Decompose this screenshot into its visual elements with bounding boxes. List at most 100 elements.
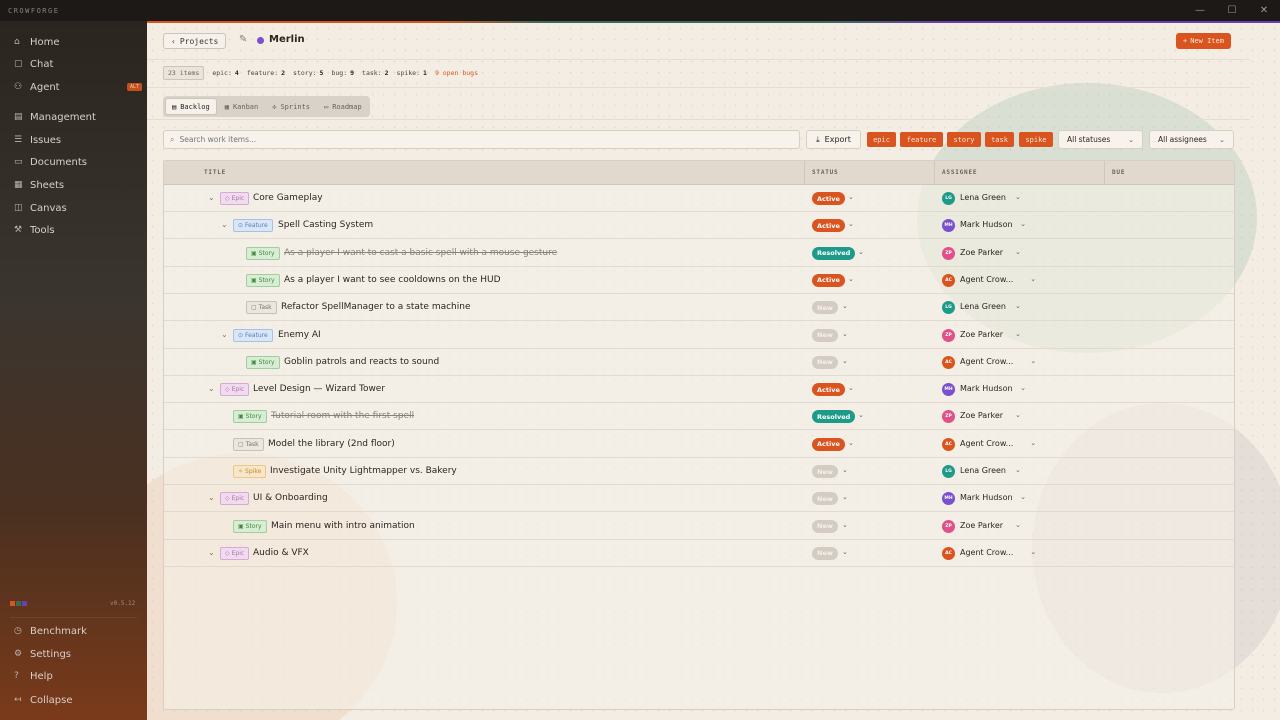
- status-badge[interactable]: Active: [812, 437, 845, 451]
- tab-kanban[interactable]: ▦ Kanban: [219, 98, 265, 115]
- due-date-cell[interactable]: [1112, 431, 1232, 457]
- assignee-name[interactable]: Agent Crow...: [960, 548, 1013, 557]
- expand-toggle-icon[interactable]: ⌄: [208, 193, 215, 202]
- assignee-name[interactable]: Zoe Parker: [960, 411, 1003, 420]
- item-title[interactable]: Core Gameplay: [253, 193, 323, 203]
- item-title[interactable]: Goblin patrols and reacts to sound: [284, 357, 439, 367]
- assignee-name[interactable]: Lena Green: [960, 193, 1006, 202]
- tab-sprints[interactable]: ✣ Sprints: [266, 98, 316, 115]
- due-date-cell[interactable]: [1112, 294, 1232, 320]
- assignee-chevron-icon[interactable]: ⌄: [1020, 220, 1026, 228]
- theme-dot-green[interactable]: [16, 601, 21, 606]
- assignee-name[interactable]: Zoe Parker: [960, 248, 1003, 257]
- sidebar-item-sheets[interactable]: ▦ Sheets: [14, 175, 64, 195]
- assignee-name[interactable]: Zoe Parker: [960, 521, 1003, 530]
- assignee-chevron-icon[interactable]: ⌄: [1015, 411, 1021, 419]
- status-chevron-icon[interactable]: ⌄: [842, 330, 848, 338]
- assignee-chevron-icon[interactable]: ⌄: [1015, 466, 1021, 474]
- assignee-name[interactable]: Agent Crow...: [960, 439, 1013, 448]
- assignee-name[interactable]: Agent Crow...: [960, 275, 1013, 284]
- due-date-cell[interactable]: [1112, 267, 1232, 293]
- theme-dots[interactable]: [10, 601, 27, 606]
- sidebar-item-help[interactable]: ? Help: [14, 666, 53, 686]
- status-badge[interactable]: New: [812, 328, 838, 342]
- theme-dot-orange[interactable]: [10, 601, 15, 606]
- sidebar-item-documents[interactable]: ▭ Documents: [14, 152, 87, 172]
- filter-chip-feature[interactable]: feature: [900, 132, 943, 147]
- table-row[interactable]: ▣ Story Main menu with intro animation New ⌄…: [164, 513, 1234, 540]
- due-date-cell[interactable]: [1112, 403, 1232, 429]
- table-row[interactable]: ▢ Task Model the library (2nd floor) Active…: [164, 431, 1234, 458]
- item-title[interactable]: Model the library (2nd floor): [268, 439, 395, 449]
- table-row[interactable]: ⌄ ◇ Epic Level Design — Wizard Tower Active ⌄…: [164, 376, 1234, 404]
- due-date-cell[interactable]: [1112, 240, 1232, 266]
- status-badge[interactable]: Active: [812, 273, 845, 287]
- item-title[interactable]: Spell Casting System: [278, 220, 373, 230]
- status-badge[interactable]: Resolved: [812, 246, 856, 260]
- export-button[interactable]: ⤓ Export: [806, 130, 861, 149]
- assignee-name[interactable]: Zoe Parker: [960, 330, 1003, 339]
- assignee-name[interactable]: Mark Hudson: [960, 493, 1013, 502]
- assignee-chevron-icon[interactable]: ⌄: [1015, 248, 1021, 256]
- item-title[interactable]: Audio & VFX: [253, 548, 309, 558]
- sidebar-item-collapse[interactable]: ↤ Collapse: [14, 690, 73, 710]
- due-date-cell[interactable]: [1112, 485, 1232, 511]
- status-chevron-icon[interactable]: ⌄: [842, 548, 848, 556]
- item-title[interactable]: Main menu with intro animation: [271, 521, 415, 531]
- table-row[interactable]: ▢ Task Refactor SpellManager to a state ma…: [164, 294, 1234, 322]
- new-item-button[interactable]: + New Item: [1176, 33, 1231, 49]
- theme-dot-purple[interactable]: [22, 601, 27, 606]
- tab-backlog[interactable]: ▤ Backlog: [165, 98, 217, 115]
- due-date-cell[interactable]: [1112, 322, 1232, 348]
- assignee-chevron-icon[interactable]: ⌄: [1030, 357, 1036, 365]
- sidebar-item-issues[interactable]: ☰ Issues: [14, 130, 61, 150]
- sidebar-item-settings[interactable]: ⚙ Settings: [14, 644, 71, 664]
- status-chevron-icon[interactable]: ⌄: [858, 411, 864, 419]
- status-chevron-icon[interactable]: ⌄: [848, 220, 854, 228]
- table-row[interactable]: ⌄ ◇ Epic Core Gameplay Active ⌄ LG Lena Green ⌄: [164, 185, 1234, 212]
- sidebar-item-home[interactable]: ⌂ Home: [14, 32, 60, 52]
- assignee-chevron-icon[interactable]: ⌄: [1030, 275, 1036, 283]
- due-date-cell[interactable]: [1112, 513, 1232, 539]
- filter-chip-task[interactable]: task: [985, 132, 1014, 147]
- status-chevron-icon[interactable]: ⌄: [842, 521, 848, 529]
- assignee-chevron-icon[interactable]: ⌄: [1015, 330, 1021, 338]
- item-title[interactable]: As a player I want to cast a basic spell…: [284, 248, 557, 258]
- expand-toggle-icon[interactable]: ⌄: [208, 548, 215, 557]
- table-row[interactable]: ▣ Story Goblin patrols and reacts to sound…: [164, 349, 1234, 376]
- status-badge[interactable]: New: [812, 301, 838, 315]
- assignee-chevron-icon[interactable]: ⌄: [1030, 548, 1036, 556]
- sidebar-item-canvas[interactable]: ◫ Canvas: [14, 198, 67, 218]
- status-badge[interactable]: Resolved: [812, 410, 856, 424]
- due-date-cell[interactable]: [1112, 540, 1232, 566]
- status-chevron-icon[interactable]: ⌄: [842, 357, 848, 365]
- filter-chip-story[interactable]: story: [947, 132, 981, 147]
- close-icon[interactable]: ✕: [1248, 5, 1280, 16]
- status-badge[interactable]: Active: [812, 219, 845, 233]
- assignee-chevron-icon[interactable]: ⌄: [1015, 521, 1021, 529]
- due-date-cell[interactable]: [1112, 349, 1232, 375]
- assignee-name[interactable]: Mark Hudson: [960, 220, 1013, 229]
- status-badge[interactable]: New: [812, 355, 838, 369]
- status-chevron-icon[interactable]: ⌄: [848, 384, 854, 392]
- back-to-projects-button[interactable]: ‹ Projects: [163, 33, 227, 49]
- status-chevron-icon[interactable]: ⌄: [858, 248, 864, 256]
- item-title[interactable]: Investigate Unity Lightmapper vs. Bakery: [270, 466, 457, 476]
- assignee-chevron-icon[interactable]: ⌄: [1015, 302, 1021, 310]
- assignee-chevron-icon[interactable]: ⌄: [1015, 193, 1021, 201]
- expand-toggle-icon[interactable]: ⌄: [221, 330, 228, 339]
- table-row[interactable]: ⌄ ◇ Epic UI & Onboarding New ⌄ MH Mark Hudson ⌄: [164, 485, 1234, 513]
- sidebar-item-agent[interactable]: ⚇ Agent ALT: [14, 77, 143, 97]
- assignee-name[interactable]: Lena Green: [960, 466, 1006, 475]
- status-badge[interactable]: New: [812, 492, 838, 506]
- search-box[interactable]: ⌕: [163, 130, 800, 149]
- filter-chip-epic[interactable]: epic: [867, 132, 896, 147]
- column-header-due[interactable]: DUE: [1112, 169, 1125, 176]
- item-title[interactable]: Level Design — Wizard Tower: [253, 384, 385, 394]
- maximize-icon[interactable]: ☐: [1216, 5, 1248, 16]
- assignee-chevron-icon[interactable]: ⌄: [1020, 384, 1026, 392]
- due-date-cell[interactable]: [1112, 185, 1232, 211]
- status-chevron-icon[interactable]: ⌄: [848, 193, 854, 201]
- status-chevron-icon[interactable]: ⌄: [848, 439, 854, 447]
- status-badge[interactable]: Active: [812, 192, 845, 205]
